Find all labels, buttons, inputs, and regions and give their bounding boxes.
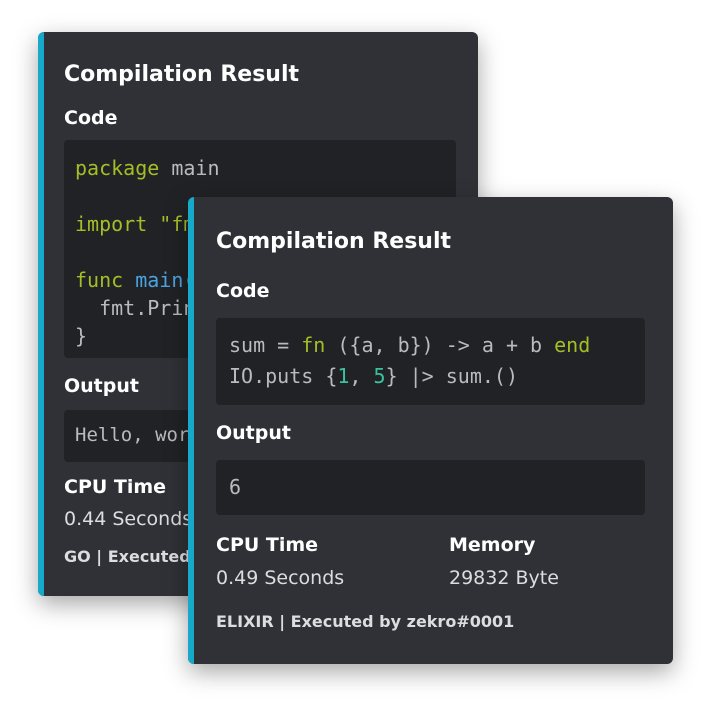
code-token: } |> sum.() [385, 364, 519, 388]
code-token: sum = [229, 333, 302, 357]
code-token: , [349, 364, 374, 388]
output-text: 6 [229, 475, 242, 499]
output-block: 6 [216, 460, 645, 515]
output-label: Output [64, 375, 139, 397]
cpu-time-label: CPU Time [64, 476, 167, 498]
code-token: import [75, 212, 148, 236]
card-footer: ELIXIR | Executed by zekro#0001 [216, 612, 515, 631]
code-line: sum = fn ({a, b}) -> a + b end [229, 330, 590, 361]
memory-label: Memory [449, 534, 536, 556]
code-token: package [75, 156, 160, 180]
cpu-time-value: 0.49 Seconds [216, 567, 345, 589]
card-title: Compilation Result [216, 229, 452, 254]
code-token: IO.puts { [229, 364, 338, 388]
code-label: Code [216, 280, 270, 302]
code-label: Code [64, 107, 118, 129]
code-token: ({a, b}) -> a + b [325, 333, 555, 357]
card-title: Compilation Result [64, 62, 300, 87]
result-card-elixir: Compilation Result Code sum = fn ({a, b}… [188, 197, 673, 664]
cpu-time-value: 0.44 Seconds [64, 508, 193, 530]
code-token: fn [301, 333, 326, 357]
code-line: package main [75, 154, 424, 182]
code-line: IO.puts {1, 5} |> sum.() [229, 361, 590, 392]
code-text: sum = fn ({a, b}) -> a + b end IO.puts {1… [229, 330, 590, 392]
cpu-time-label: CPU Time [216, 534, 319, 556]
code-block: sum = fn ({a, b}) -> a + b end IO.puts {1… [216, 318, 645, 405]
output-label: Output [216, 422, 291, 444]
code-token: 5 [373, 364, 386, 388]
accent-stripe [188, 197, 194, 664]
code-token: main [135, 268, 184, 292]
accent-stripe [38, 32, 44, 596]
code-token: main [159, 156, 220, 180]
memory-value: 29832 Byte [449, 567, 559, 589]
code-token: 1 [337, 364, 350, 388]
code-token: func [75, 268, 124, 292]
code-token: } [75, 324, 88, 348]
code-token: end [554, 333, 591, 357]
